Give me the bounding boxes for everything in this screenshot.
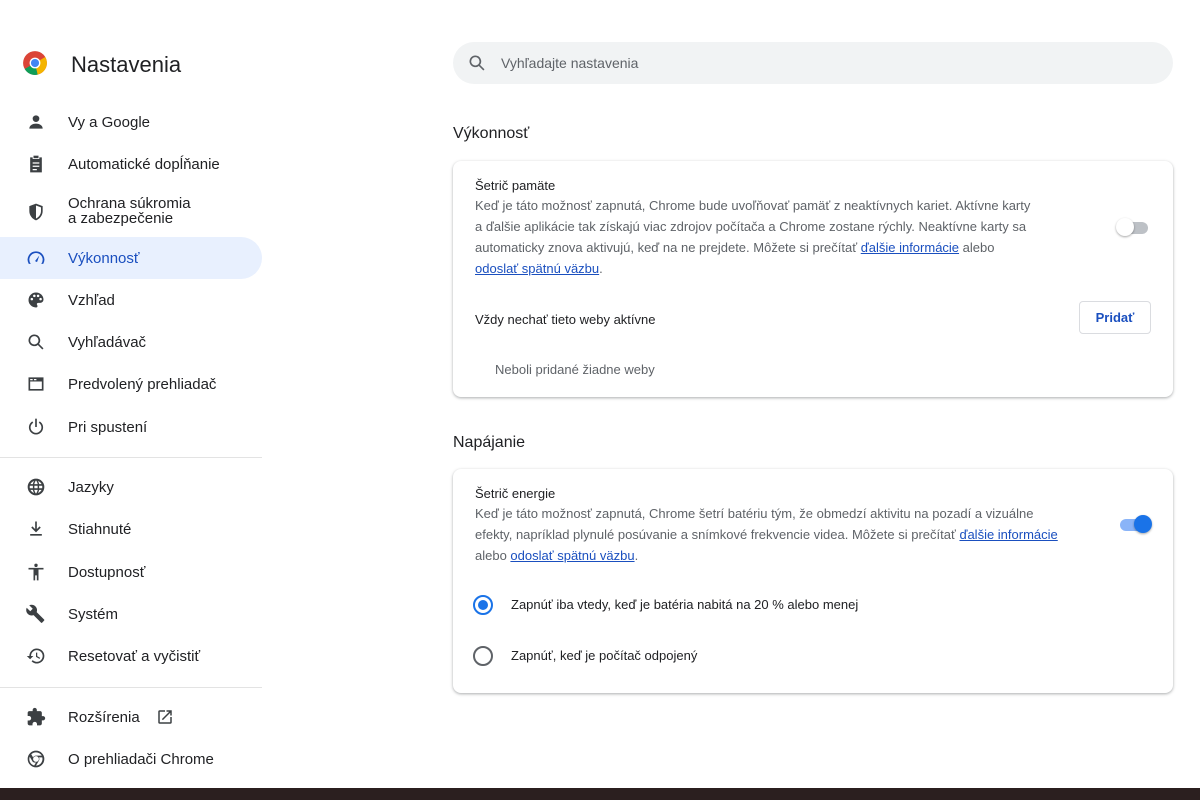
description-line: a ďalšie aplikácie tak získajú viac zdro… [475, 219, 1027, 234]
download-icon [25, 518, 47, 540]
wrench-icon [25, 603, 47, 625]
sidebar-item-label: Rozšírenia [68, 708, 140, 726]
palette-icon [25, 289, 47, 311]
sidebar-item-label: Systém [68, 605, 119, 623]
radio-button-checked[interactable] [473, 595, 493, 615]
description-line: alebo odoslať spätnú väzbu. [475, 545, 1105, 566]
accessibility-icon [25, 561, 47, 583]
sidebar-item-label: Stiahnuté [68, 520, 132, 538]
add-site-button[interactable]: Pridať [1079, 301, 1151, 334]
sidebar-item-label: Vzhľad [68, 291, 115, 309]
sidebar-item-you-and-google[interactable]: Vy a Google [0, 101, 262, 143]
sidebar-divider [0, 687, 262, 688]
performance-card: Šetrič pamäte Keď je táto možnosť zapnut… [453, 161, 1173, 397]
learn-more-link[interactable]: ďalšie informácie [959, 527, 1057, 542]
description-text: . [599, 261, 603, 276]
sidebar-item-system[interactable]: Systém [0, 593, 262, 635]
toggle-knob [1116, 218, 1134, 236]
description-text: alebo [475, 548, 511, 563]
no-sites-text: Neboli pridané žiadne weby [495, 362, 655, 377]
sidebar-item-label: Ochrana súkromia [68, 195, 191, 212]
description-text: alebo [959, 240, 995, 255]
power-icon [25, 416, 47, 438]
sidebar-item-label: Predvolený prehliadač [68, 375, 217, 393]
brand: Nastavenia [22, 50, 181, 77]
power-card: Šetrič energie Keď je táto možnosť zapnu… [453, 469, 1173, 693]
os-taskbar [0, 788, 1200, 800]
sidebar-item-label: Vyhľadávač [68, 333, 147, 351]
radio-label: Zapnúť, keď je počítač odpojený [511, 648, 698, 663]
search-bar [453, 42, 1173, 84]
sidebar: Nastavenia Vy a Google Automatické dopĺň… [0, 0, 268, 788]
radio-option-unplugged[interactable]: Zapnúť, keď je počítač odpojený [473, 644, 1073, 668]
sidebar-item-search-engine[interactable]: Vyhľadávač [0, 321, 262, 363]
sidebar-item-extensions[interactable]: Rozšírenia [0, 696, 262, 738]
description-text: automaticky znova aktivujú, keď na ne pr… [475, 240, 861, 255]
radio-option-battery-low[interactable]: Zapnúť iba vtedy, keď je batéria nabitá … [473, 593, 1073, 617]
description-line: Keď je táto možnosť zapnutá, Chrome šetr… [475, 506, 1034, 521]
chrome-icon [25, 748, 47, 770]
section-title-power: Napájanie [453, 434, 526, 451]
description-text: efekty, napríklad plynulé posúvanie a sn… [475, 527, 960, 542]
sidebar-item-performance[interactable]: Výkonnosť [0, 237, 262, 279]
sidebar-item-downloads[interactable]: Stiahnuté [0, 508, 262, 550]
restore-icon [25, 645, 47, 667]
shield-icon [25, 201, 47, 223]
description-line: Keď je táto možnosť zapnutá, Chrome bude… [475, 198, 1031, 213]
sidebar-item-appearance[interactable]: Vzhľad [0, 279, 262, 321]
speedometer-icon [25, 247, 47, 269]
person-icon [25, 111, 47, 133]
learn-more-link[interactable]: ďalšie informácie [861, 240, 959, 255]
memory-saver-description: Keď je táto možnosť zapnutá, Chrome bude… [475, 195, 1075, 279]
search-icon [467, 53, 487, 73]
energy-saver-toggle[interactable] [1118, 514, 1152, 534]
clipboard-icon [25, 153, 47, 175]
memory-saver-title: Šetrič pamäte [475, 178, 556, 193]
sidebar-item-on-startup[interactable]: Pri spustení [0, 406, 262, 448]
send-feedback-link[interactable]: odoslať spätnú väzbu [475, 261, 599, 276]
sidebar-item-label: Dostupnosť [68, 563, 146, 581]
radio-button[interactable] [473, 646, 493, 666]
sidebar-item-label: Výkonnosť [68, 249, 140, 267]
sidebar-item-label: O prehliadači Chrome [68, 750, 214, 768]
description-line: efekty, napríklad plynulé posúvanie a sn… [475, 524, 1105, 545]
sidebar-item-accessibility[interactable]: Dostupnosť [0, 551, 262, 593]
sidebar-item-label: Vy a Google [68, 113, 150, 131]
description-line: odoslať spätnú väzbu. [475, 258, 1075, 279]
memory-saver-toggle[interactable] [1116, 217, 1150, 237]
globe-icon [25, 476, 47, 498]
open-in-new-icon [156, 708, 174, 726]
search-icon [25, 331, 47, 353]
description-line: automaticky znova aktivujú, keď na ne pr… [475, 237, 1075, 258]
sidebar-item-languages[interactable]: Jazyky [0, 466, 262, 508]
energy-saver-description: Keď je táto možnosť zapnutá, Chrome šetr… [475, 503, 1105, 566]
sidebar-item-privacy[interactable]: Ochrana súkromia a zabezpečenie [0, 189, 262, 235]
sidebar-item-about-chrome[interactable]: O prehliadači Chrome [0, 738, 262, 780]
puzzle-icon [25, 706, 47, 728]
chrome-logo-icon [23, 51, 47, 75]
sidebar-item-autofill[interactable]: Automatické dopĺňanie [0, 143, 262, 185]
sidebar-item-label: Jazyky [68, 478, 114, 496]
description-text: . [634, 548, 639, 563]
energy-saver-title: Šetrič energie [475, 486, 556, 501]
radio-label: Zapnúť iba vtedy, keď je batéria nabitá … [511, 597, 859, 612]
send-feedback-link[interactable]: odoslať spätnú väzbu [510, 548, 634, 563]
page-title: Nastavenia [71, 52, 182, 77]
toggle-knob [1134, 515, 1152, 533]
search-input[interactable] [501, 42, 1141, 84]
sidebar-item-default-browser[interactable]: Predvolený prehliadač [0, 363, 262, 405]
sidebar-item-label: Automatické dopĺňanie [68, 155, 220, 173]
sidebar-item-label: Pri spustení [68, 418, 148, 436]
sidebar-divider [0, 457, 262, 458]
sidebar-item-label: a zabezpečenie [68, 210, 174, 227]
section-title-performance: Výkonnosť [453, 125, 530, 142]
sidebar-item-reset[interactable]: Resetovať a vyčistiť [0, 635, 262, 677]
browser-window-icon [25, 373, 47, 395]
always-active-sites-label: Vždy nechať tieto weby aktívne [475, 312, 656, 327]
sidebar-item-label: Resetovať a vyčistiť [68, 647, 201, 665]
